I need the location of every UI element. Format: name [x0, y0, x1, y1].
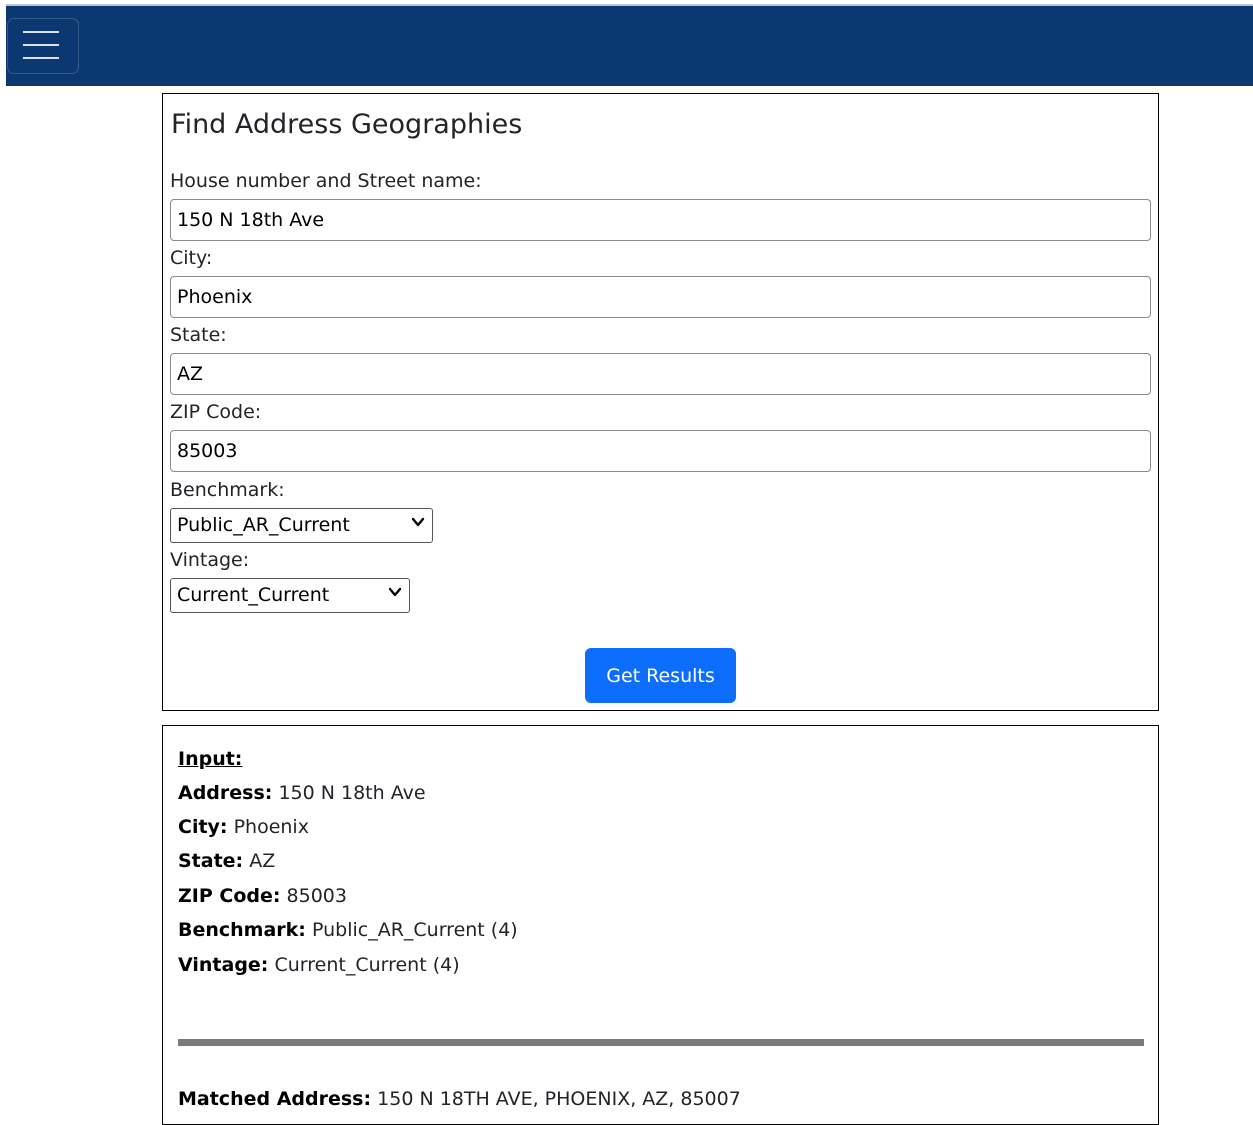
result-zip-row: ZIP Code: 85003: [178, 885, 347, 907]
hamburger-bar: [23, 44, 59, 46]
result-city-row: City: Phoenix: [178, 816, 309, 838]
results-panel: Input: Address: 150 N 18th Ave City: Pho…: [162, 725, 1159, 1125]
result-zip-value: 85003: [286, 885, 347, 907]
hamburger-menu-icon[interactable]: [7, 18, 79, 74]
result-benchmark-label: Benchmark:: [178, 919, 306, 941]
input-heading-text: Input:: [178, 748, 243, 770]
result-benchmark-value: Public_AR_Current (4): [311, 919, 518, 941]
city-label: City:: [170, 247, 213, 269]
benchmark-label: Benchmark:: [170, 479, 285, 501]
result-address-label: Address:: [178, 782, 273, 804]
result-vintage-value: Current_Current (4): [274, 954, 460, 976]
matched-address-value: 150 N 18TH AVE, PHOENIX, AZ, 85007: [377, 1088, 741, 1110]
benchmark-selected-value: Public_AR_Current: [177, 514, 350, 536]
address-search-form: Find Address Geographies House number an…: [162, 93, 1159, 711]
hamburger-bar: [23, 57, 59, 59]
result-state-value: AZ: [249, 850, 276, 872]
zip-label: ZIP Code:: [170, 401, 262, 423]
result-city-value: Phoenix: [233, 816, 309, 838]
state-input[interactable]: [170, 353, 1151, 395]
result-address-value: 150 N 18th Ave: [278, 782, 426, 804]
top-navbar: [6, 4, 1253, 86]
input-heading: Input:: [178, 748, 242, 770]
state-label: State:: [170, 324, 227, 346]
result-city-label: City:: [178, 816, 228, 838]
result-vintage-label: Vintage:: [178, 954, 269, 976]
chevron-down-icon: [411, 517, 425, 527]
result-benchmark-row: Benchmark: Public_AR_Current (4): [178, 919, 518, 941]
matched-address-row: Matched Address: 150 N 18TH AVE, PHOENIX…: [178, 1088, 741, 1110]
matched-address-label: Matched Address:: [178, 1088, 372, 1110]
vintage-select[interactable]: Current_Current: [170, 578, 410, 613]
result-state-label: State:: [178, 850, 244, 872]
vintage-label: Vintage:: [170, 549, 250, 571]
results-divider: [178, 1039, 1144, 1046]
get-results-button[interactable]: Get Results: [585, 648, 736, 703]
result-address-row: Address: 150 N 18th Ave: [178, 782, 426, 804]
form-title: Find Address Geographies: [171, 109, 523, 140]
result-vintage-row: Vintage: Current_Current (4): [178, 954, 460, 976]
result-state-row: State: AZ: [178, 850, 275, 872]
hamburger-bar: [23, 31, 59, 33]
city-input[interactable]: [170, 276, 1151, 318]
vintage-selected-value: Current_Current: [177, 584, 330, 606]
benchmark-select[interactable]: Public_AR_Current: [170, 508, 433, 543]
chevron-down-icon: [388, 587, 402, 597]
result-zip-label: ZIP Code:: [178, 885, 281, 907]
zip-input[interactable]: [170, 430, 1151, 472]
street-input[interactable]: [170, 199, 1151, 241]
street-label: House number and Street name:: [170, 170, 482, 192]
